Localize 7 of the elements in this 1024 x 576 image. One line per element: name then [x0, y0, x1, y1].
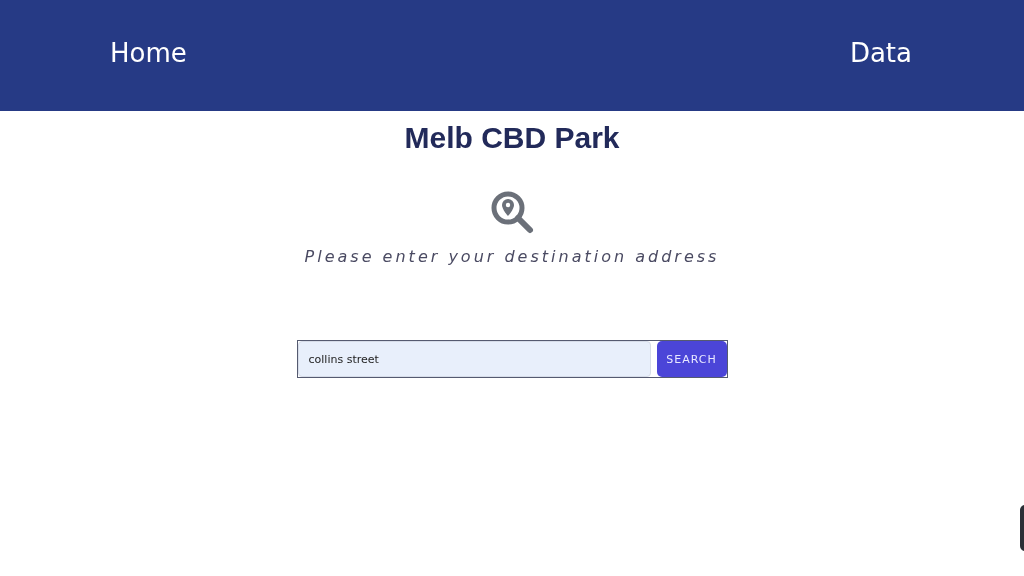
- nav-link[interactable]: Data: [849, 37, 912, 68]
- location-search-icon: [489, 189, 535, 235]
- instruction-text: Please enter your destination address: [304, 247, 720, 266]
- address-field[interactable]: collins street: [297, 341, 651, 377]
- search-button[interactable]: SEARCH: [656, 341, 727, 377]
- nav-link[interactable]: Home: [110, 37, 187, 68]
- page-title: Melb CBD Park: [404, 121, 620, 155]
